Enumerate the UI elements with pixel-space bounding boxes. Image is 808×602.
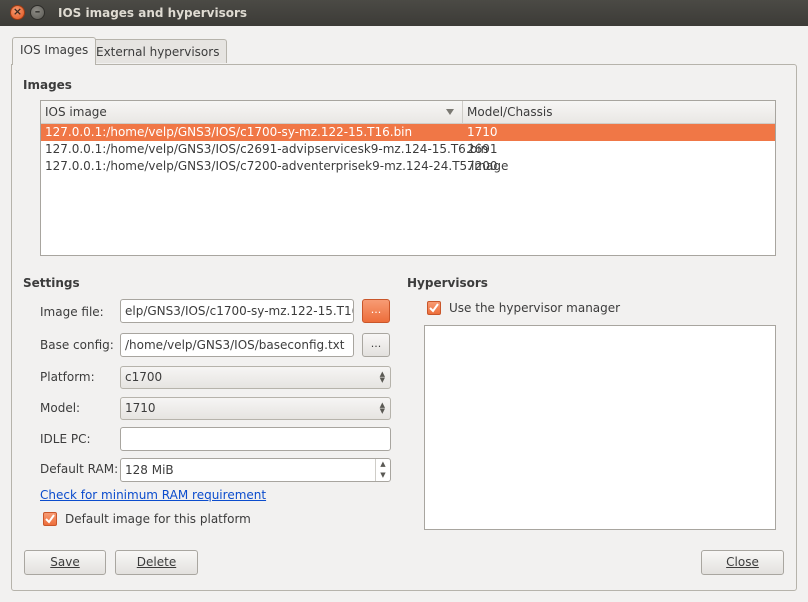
table-row[interactable]: 127.0.0.1:/home/velp/GNS3/IOS/c7200-adve… [41,158,775,175]
ram-requirement-link[interactable]: Check for minimum RAM requirement [40,488,266,502]
table-row[interactable]: 127.0.0.1:/home/velp/GNS3/IOS/c2691-advi… [41,141,775,158]
default-ram-spinbox[interactable]: 128 MiB ▲ ▼ [120,458,391,482]
checkmark-icon [45,514,55,524]
base-config-input[interactable]: /home/velp/GNS3/IOS/baseconfig.txt [120,333,354,357]
idle-pc-input[interactable] [120,427,391,451]
image-path-cell: 127.0.0.1:/home/velp/GNS3/IOS/c1700-sy-m… [45,125,413,139]
model-cell: 1710 [467,125,498,139]
column-header-model[interactable]: Model/Chassis [467,101,553,123]
model-select[interactable]: 1710 ▲ ▼ [120,397,391,420]
image-file-label: Image file: [40,305,104,319]
tab-external-hypervisors[interactable]: External hypervisors [88,39,228,63]
column-header-ios-image[interactable]: IOS image [45,101,459,123]
window-minimize-button[interactable]: – [30,5,45,20]
save-button[interactable]: Save [24,550,106,575]
close-button[interactable]: Close [701,550,784,575]
default-image-label: Default image for this platform [65,512,251,526]
default-image-checkbox[interactable] [43,512,57,526]
close-button-label: Close [726,555,759,569]
delete-button-label: Delete [136,555,177,569]
hypervisors-list[interactable] [424,325,776,530]
sort-down-icon [446,109,454,115]
checkmark-icon [429,303,439,313]
delete-button[interactable]: Delete [115,550,198,575]
window-title: IOS images and hypervisors [58,6,248,20]
use-hypervisor-manager-label: Use the hypervisor manager [449,301,621,315]
window-close-button[interactable]: × [10,5,25,20]
table-header: IOS image Model/Chassis [41,101,775,124]
image-file-browse-button[interactable]: ... [362,299,390,323]
use-hypervisor-manager-checkbox[interactable] [427,301,441,315]
model-cell: 2691 [467,142,498,156]
platform-value: c1700 [125,370,163,384]
minimize-icon: – [34,5,41,18]
idle-pc-label: IDLE PC: [40,432,91,446]
hypervisors-section-title: Hypervisors [407,276,488,290]
image-path-cell: 127.0.0.1:/home/velp/GNS3/IOS/c7200-adve… [45,159,509,173]
table-row[interactable]: 127.0.0.1:/home/velp/GNS3/IOS/c1700-sy-m… [41,124,775,141]
platform-label: Platform: [40,370,95,384]
model-label: Model: [40,401,81,415]
model-value: 1710 [125,401,156,415]
image-file-input[interactable]: elp/GNS3/IOS/c1700-sy-mz.122-15.T16.bin [120,299,354,323]
base-config-label: Base config: [40,338,114,352]
images-table[interactable]: IOS image Model/Chassis 127.0.0.1:/home/… [40,100,776,256]
images-section-title: Images [23,78,72,92]
tab-ios-images[interactable]: IOS Images [12,37,97,65]
image-path-cell: 127.0.0.1:/home/velp/GNS3/IOS/c2691-advi… [45,142,489,156]
settings-section-title: Settings [23,276,80,290]
default-ram-value: 128 MiB [125,463,174,477]
column-separator[interactable] [462,101,463,123]
close-icon: × [12,5,23,18]
default-ram-label: Default RAM: [40,462,119,476]
spin-arrows-icon[interactable]: ▲ ▼ [375,459,390,481]
base-config-browse-button[interactable]: ... [362,333,390,357]
updown-arrows-icon: ▲ ▼ [379,370,385,384]
platform-select[interactable]: c1700 ▲ ▼ [120,366,391,389]
window-titlebar: × – IOS images and hypervisors [0,0,808,26]
model-cell: 7200 [467,159,498,173]
save-button-label: Save [50,555,80,569]
updown-arrows-icon: ▲ ▼ [379,401,385,415]
